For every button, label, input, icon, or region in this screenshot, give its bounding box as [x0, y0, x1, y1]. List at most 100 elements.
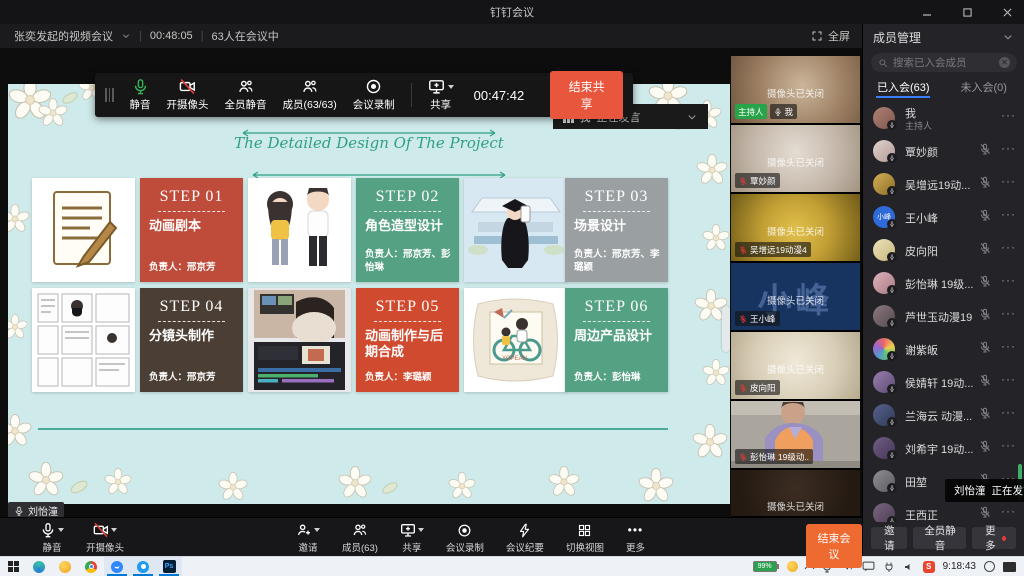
people-icon: [352, 522, 368, 538]
start-button[interactable]: [0, 557, 26, 576]
member-more-icon[interactable]: ···: [1001, 504, 1016, 518]
mute-button[interactable]: 静音: [40, 522, 64, 554]
mic-off-icon[interactable]: [979, 374, 991, 386]
tray-app-icon[interactable]: [787, 561, 798, 572]
member-row[interactable]: 芦世玉动漫19 ···: [863, 300, 1024, 333]
tray-keyboard-icon[interactable]: [1003, 562, 1016, 572]
taskbar-app-messenger[interactable]: [130, 557, 156, 576]
video-tile-camera-on[interactable]: 彭怡琳 19级动..: [731, 401, 860, 469]
clear-search-icon[interactable]: ✕: [999, 57, 1010, 68]
minimize-button[interactable]: [916, 3, 938, 21]
taskbar-clock[interactable]: 9:18:43: [943, 561, 976, 572]
mic-off-icon[interactable]: [979, 209, 991, 221]
share-button[interactable]: 共享: [428, 78, 454, 112]
members-button[interactable]: 成员(63): [342, 522, 378, 554]
caret-down-icon[interactable]: [58, 528, 64, 532]
member-row[interactable]: 皮向阳 ···: [863, 234, 1024, 267]
video-tile[interactable]: 摄像头已关闭 吴增远19动漫4: [731, 194, 860, 262]
tray-emoji-icon[interactable]: [984, 561, 995, 572]
minutes-button[interactable]: 会议纪要: [506, 522, 544, 554]
video-tile[interactable]: 摄像头已关闭 主持人 我: [731, 56, 860, 124]
mic-off-icon[interactable]: [979, 506, 991, 518]
record-button[interactable]: 会议录制: [353, 78, 395, 112]
chevron-down-icon[interactable]: [686, 111, 698, 123]
camera-toggle-button[interactable]: 开摄像头: [167, 78, 209, 112]
stop-share-button[interactable]: 结束共享: [550, 71, 623, 119]
mic-off-icon[interactable]: [979, 176, 991, 188]
member-row[interactable]: 谢紫皈 ···: [863, 333, 1024, 366]
meeting-info-bar: 张奕发起的视频会议 | 00:48:05 | 63人在会议中: [0, 24, 862, 48]
member-more-icon[interactable]: ···: [1001, 306, 1016, 320]
member-more-icon[interactable]: ···: [1001, 405, 1016, 419]
member-more-icon[interactable]: ···: [1001, 207, 1016, 221]
record-icon: [457, 523, 472, 538]
member-more-icon[interactable]: ···: [1001, 339, 1016, 353]
chevron-down-icon[interactable]: [1002, 31, 1014, 43]
step-owner: 负责人：邢京芳、李璐颖: [574, 249, 662, 274]
mic-off-icon[interactable]: [979, 407, 991, 419]
mic-off-icon[interactable]: [979, 242, 991, 254]
member-more-icon[interactable]: ···: [1001, 141, 1016, 155]
member-row[interactable]: 小峰 王小峰 ···: [863, 201, 1024, 234]
member-more-icon[interactable]: ···: [1001, 438, 1016, 452]
member-row[interactable]: 吴增远19动... ···: [863, 168, 1024, 201]
taskbar-app-photoshop[interactable]: Ps: [156, 557, 182, 576]
member-more-icon[interactable]: ···: [1001, 108, 1016, 122]
strip-collapse-handle[interactable]: [722, 306, 730, 352]
mic-off-icon[interactable]: [979, 275, 991, 287]
more-button[interactable]: 更多: [972, 527, 1016, 549]
end-meeting-button[interactable]: 结束会议: [806, 524, 862, 568]
maximize-button[interactable]: [956, 3, 978, 21]
member-row[interactable]: 覃妙颜 ···: [863, 135, 1024, 168]
member-row[interactable]: 兰海云 动漫... ···: [863, 399, 1024, 432]
caret-down-icon[interactable]: [418, 528, 424, 532]
mic-off-icon[interactable]: [979, 440, 991, 452]
share-button[interactable]: 共享: [400, 522, 424, 554]
caret-down-icon[interactable]: [111, 528, 117, 532]
close-button[interactable]: [996, 3, 1018, 21]
video-tile[interactable]: 摄像头已关闭: [731, 470, 860, 517]
tab-not-joined[interactable]: 未入会(0): [944, 76, 1024, 98]
camera-toggle-button[interactable]: 开摄像头: [86, 522, 124, 554]
mic-off-icon[interactable]: [979, 308, 991, 320]
tray-chat-icon[interactable]: [862, 561, 875, 572]
graduate-scene-image: [464, 178, 567, 282]
member-more-icon[interactable]: ···: [1001, 273, 1016, 287]
tray-speaker-icon[interactable]: [903, 561, 915, 573]
video-tile[interactable]: 小峰 摄像头已关闭 王小峰: [731, 263, 860, 331]
record-button[interactable]: 会议录制: [446, 522, 484, 554]
fullscreen-button[interactable]: 全屏: [811, 28, 850, 44]
meeting-title[interactable]: 张奕发起的视频会议: [14, 28, 113, 44]
member-row[interactable]: 彭怡琳 19级... ···: [863, 267, 1024, 300]
mic-off-icon[interactable]: [979, 143, 991, 155]
tray-plug-icon[interactable]: [883, 561, 895, 573]
member-row[interactable]: 侯婧轩 19动... ···: [863, 366, 1024, 399]
mic-off-icon[interactable]: [979, 341, 991, 353]
members-button[interactable]: 成员(63/63): [283, 78, 337, 112]
search-input[interactable]: 搜索已入会成员 ✕: [871, 53, 1017, 72]
tab-joined[interactable]: 已入会(63): [863, 76, 944, 98]
taskbar-app-home[interactable]: [52, 557, 78, 576]
mute-button[interactable]: 静音: [130, 78, 151, 112]
member-row[interactable]: 我 主持人 ···: [863, 102, 1024, 135]
member-row[interactable]: 刘希宇 19动... ···: [863, 432, 1024, 465]
mute-all-button[interactable]: 全员静音: [225, 78, 267, 112]
more-button[interactable]: ••• 更多: [626, 522, 645, 554]
chevron-down-icon[interactable]: [121, 31, 131, 41]
caret-down-icon[interactable]: [314, 528, 320, 532]
video-tile[interactable]: 摄像头已关闭 覃妙颜: [731, 125, 860, 193]
video-tile[interactable]: 摄像头已关闭 皮向阳: [731, 332, 860, 400]
switch-view-button[interactable]: 切换视图: [566, 522, 604, 554]
taskbar-app-dingtalk[interactable]: [104, 557, 130, 576]
sogou-ime-icon[interactable]: S: [923, 561, 935, 573]
invite-button[interactable]: 邀请: [871, 527, 907, 549]
mute-all-button[interactable]: 全员静音: [913, 527, 966, 549]
member-more-icon[interactable]: ···: [1001, 240, 1016, 254]
drag-handle[interactable]: [105, 88, 114, 102]
battery-indicator[interactable]: 99%: [753, 561, 779, 572]
member-more-icon[interactable]: ···: [1001, 174, 1016, 188]
invite-button[interactable]: 邀请: [296, 522, 320, 554]
taskbar-app-chrome[interactable]: [78, 557, 104, 576]
taskbar-app-edge[interactable]: [26, 557, 52, 576]
member-more-icon[interactable]: ···: [1001, 372, 1016, 386]
